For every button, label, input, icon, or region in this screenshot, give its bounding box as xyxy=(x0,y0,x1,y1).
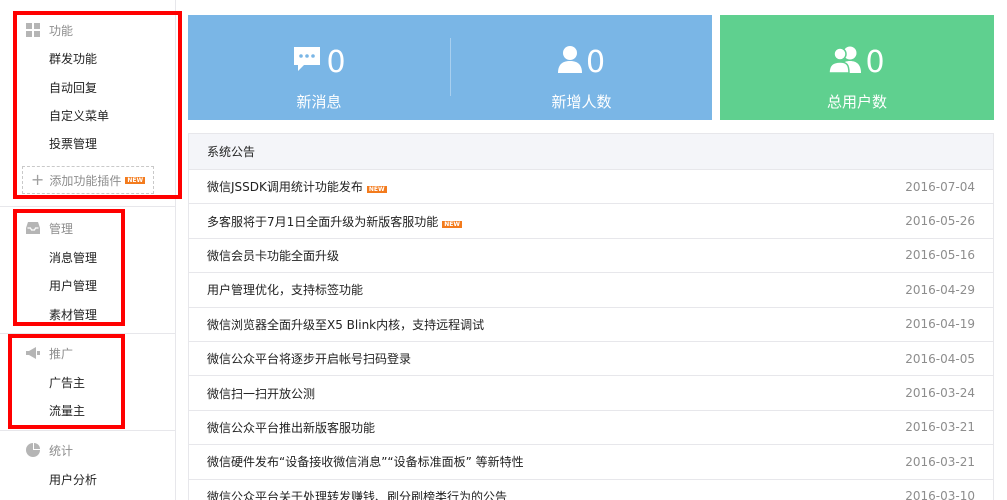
stats-card-blue: 0 新消息 0 新增人数 xyxy=(188,15,712,120)
stat-value: 0 xyxy=(326,45,346,80)
notice-date: 2016-04-05 xyxy=(905,351,975,366)
notice-title[interactable]: 微信JSSDK调用统计功能发布 NEW xyxy=(207,178,905,195)
new-badge: NEW xyxy=(442,220,463,228)
sidebar-section-promotion: 推广 xyxy=(26,343,73,363)
notice-title[interactable]: 微信扫一扫开放公测 xyxy=(207,385,905,402)
users-icon xyxy=(828,45,865,81)
notice-title[interactable]: 多客服将于7月1日全面升级为新版客服功能 NEW xyxy=(207,213,905,230)
notice-date: 2016-05-16 xyxy=(905,248,975,263)
add-plugin-label: 添加功能插件 xyxy=(49,173,122,188)
notice-title-text: 微信公众平台关于处理转发赚钱、刷分刷榜类行为的公告 xyxy=(207,489,508,500)
sidebar-item-advertiser[interactable]: 广告主 xyxy=(49,372,85,392)
notice-row[interactable]: 微信扫一扫开放公测 2016-03-24 xyxy=(189,376,993,411)
notice-row[interactable]: 微信公众平台关于处理转发赚钱、刷分刷榜类行为的公告 2016-03-10 xyxy=(189,480,993,500)
notice-row[interactable]: 微信会员卡功能全面升级 2016-05-16 xyxy=(189,239,993,274)
chat-bubble-icon xyxy=(292,45,326,81)
sidebar: 功能 群发功能 自动回复 自定义菜单 投票管理 + 添加功能插件 NEW 管理 … xyxy=(0,0,176,500)
sidebar-section-title: 推广 xyxy=(49,346,74,361)
stat-new-messages[interactable]: 0 新消息 xyxy=(188,15,450,120)
notice-row[interactable]: 多客服将于7月1日全面升级为新版客服功能 NEW 2016-05-26 xyxy=(189,204,993,239)
new-badge: NEW xyxy=(125,176,146,184)
add-plugin-button[interactable]: + 添加功能插件 NEW xyxy=(22,166,154,194)
sidebar-section-title: 统计 xyxy=(49,443,74,458)
notice-list: 微信JSSDK调用统计功能发布 NEW 2016-07-04 多客服将于7月1日全面升… xyxy=(189,170,993,500)
sidebar-section-management: 管理 xyxy=(26,218,73,238)
sidebar-item-user-management[interactable]: 用户管理 xyxy=(49,275,97,295)
notice-title[interactable]: 用户管理优化，支持标签功能 xyxy=(207,281,905,298)
notice-title-text: 多客服将于7月1日全面升级为新版客服功能 xyxy=(207,214,439,229)
stat-label: 新消息 xyxy=(296,93,342,111)
sidebar-item-message-management[interactable]: 消息管理 xyxy=(49,247,97,267)
notice-title[interactable]: 微信硬件发布“设备接收微信消息”“设备标准面板” 等新特性 xyxy=(207,453,905,470)
notice-date: 2016-04-19 xyxy=(905,317,975,332)
notice-title[interactable]: 微信浏览器全面升级至X5 Blink内核，支持远程调试 xyxy=(207,316,905,333)
notice-title-text: 微信硬件发布“设备接收微信消息”“设备标准面板” 等新特性 xyxy=(207,455,524,470)
sidebar-divider xyxy=(0,206,176,207)
stat-total-users[interactable]: 0 总用户数 xyxy=(720,15,994,120)
sidebar-item-traffic-owner[interactable]: 流量主 xyxy=(49,400,85,420)
sidebar-divider xyxy=(0,333,176,334)
notice-title-text: 微信公众平台推出新版客服功能 xyxy=(207,420,376,435)
notice-title[interactable]: 微信公众平台关于处理转发赚钱、刷分刷榜类行为的公告 xyxy=(207,488,905,500)
sidebar-item-user-analysis[interactable]: 用户分析 xyxy=(49,469,97,489)
sidebar-item-vote-management[interactable]: 投票管理 xyxy=(49,133,97,153)
notice-date: 2016-03-24 xyxy=(905,386,975,401)
user-icon xyxy=(557,45,586,81)
sidebar-divider xyxy=(0,430,176,431)
stat-value: 0 xyxy=(865,45,885,80)
sidebar-section-title: 功能 xyxy=(49,23,74,38)
notice-date: 2016-03-10 xyxy=(905,489,975,500)
megaphone-icon xyxy=(26,346,40,360)
notice-title[interactable]: 微信公众平台推出新版客服功能 xyxy=(207,419,905,436)
notice-date: 2016-03-21 xyxy=(905,420,975,435)
notice-title-text: 微信JSSDK调用统计功能发布 xyxy=(207,180,363,195)
notice-row[interactable]: 微信浏览器全面升级至X5 Blink内核，支持远程调试 2016-04-19 xyxy=(189,308,993,342)
sidebar-section-features: 功能 xyxy=(26,20,73,40)
system-notices-panel: 系统公告 微信JSSDK调用统计功能发布 NEW 2016-07-04 多客服将于7月… xyxy=(188,133,994,500)
notice-title-text: 微信浏览器全面升级至X5 Blink内核，支持远程调试 xyxy=(207,317,485,332)
new-badge: NEW xyxy=(366,186,387,194)
sidebar-section-statistics: 统计 xyxy=(26,440,73,460)
stats-card-green: 0 总用户数 xyxy=(720,15,994,120)
pie-chart-icon xyxy=(26,443,40,457)
stat-value: 0 xyxy=(585,45,606,80)
stat-label: 总用户数 xyxy=(826,93,887,111)
notice-title[interactable]: 微信公众平台将逐步开启帐号扫码登录 xyxy=(207,350,905,367)
notice-row[interactable]: 微信JSSDK调用统计功能发布 NEW 2016-07-04 xyxy=(189,170,993,205)
sidebar-item-custom-menu[interactable]: 自定义菜单 xyxy=(49,105,109,125)
notice-row[interactable]: 微信公众平台推出新版客服功能 2016-03-21 xyxy=(189,411,993,446)
sidebar-item-auto-reply[interactable]: 自动回复 xyxy=(49,77,97,97)
notice-row[interactable]: 用户管理优化，支持标签功能 2016-04-29 xyxy=(189,273,993,308)
notice-title-text: 微信会员卡功能全面升级 xyxy=(207,248,340,263)
notice-title-text: 微信扫一扫开放公测 xyxy=(207,386,316,401)
notice-date: 2016-03-21 xyxy=(905,454,975,469)
inbox-icon xyxy=(26,221,40,235)
notice-row[interactable]: 微信公众平台将逐步开启帐号扫码登录 2016-04-05 xyxy=(189,342,993,377)
sidebar-section-title: 管理 xyxy=(49,221,74,236)
plus-icon: + xyxy=(30,170,45,189)
notice-date: 2016-04-29 xyxy=(905,282,975,297)
notice-title-text: 微信公众平台将逐步开启帐号扫码登录 xyxy=(207,352,412,367)
notice-title[interactable]: 微信会员卡功能全面升级 xyxy=(207,247,905,264)
sidebar-item-mass-send[interactable]: 群发功能 xyxy=(49,48,97,68)
sidebar-item-material-management[interactable]: 素材管理 xyxy=(49,304,97,324)
panel-header: 系统公告 xyxy=(189,134,993,170)
notice-date: 2016-05-26 xyxy=(905,214,975,229)
notice-row[interactable]: 微信硬件发布“设备接收微信消息”“设备标准面板” 等新特性 2016-03-21 xyxy=(189,445,993,480)
stat-new-followers[interactable]: 0 新增人数 xyxy=(451,15,712,120)
notice-date: 2016-07-04 xyxy=(905,179,975,194)
grid-icon xyxy=(26,23,40,37)
notice-title-text: 用户管理优化，支持标签功能 xyxy=(207,283,364,298)
stat-label: 新增人数 xyxy=(551,93,612,111)
